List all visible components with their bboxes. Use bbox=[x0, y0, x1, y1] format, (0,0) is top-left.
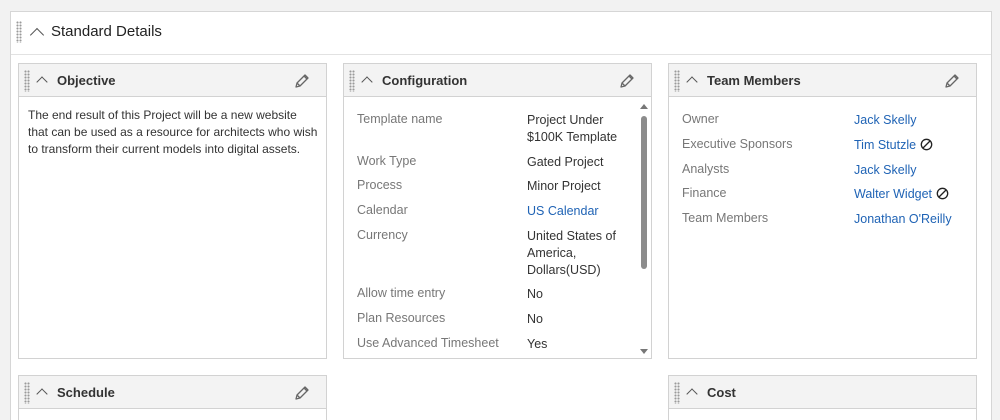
panel-header: Configuration bbox=[344, 64, 651, 97]
team-row: Executive Sponsors Tim Stutzle bbox=[669, 137, 976, 157]
team-member-link[interactable]: Tim Stutzle bbox=[854, 137, 984, 154]
section-header: Standard Details bbox=[11, 12, 991, 55]
chevron-up-icon[interactable] bbox=[29, 27, 45, 43]
config-label: Process bbox=[357, 178, 403, 192]
panel-header: Cost bbox=[669, 376, 976, 409]
config-label: Currency bbox=[357, 228, 408, 242]
team-role-label: Owner bbox=[682, 112, 719, 126]
panel-title: Cost bbox=[707, 385, 736, 400]
config-row: Use Advanced Timesheet Yes bbox=[344, 336, 651, 356]
pencil-icon[interactable] bbox=[942, 71, 962, 91]
cost-panel: Cost bbox=[668, 375, 977, 420]
team-role-label: Analysts bbox=[682, 162, 730, 176]
team-member-link[interactable]: Jonathan O'Reilly bbox=[854, 211, 984, 228]
pencil-icon[interactable] bbox=[617, 71, 637, 91]
config-value: United States of America, Dollars(USD) bbox=[527, 229, 616, 277]
team-row: Analysts Jack Skelly bbox=[669, 162, 976, 182]
panel-header: Schedule bbox=[19, 376, 326, 409]
schedule-panel: Schedule bbox=[18, 375, 327, 420]
drag-handle-icon[interactable] bbox=[16, 21, 22, 43]
config-value: Yes bbox=[527, 337, 548, 351]
team-member-link[interactable]: Walter Widget bbox=[854, 186, 984, 203]
configuration-body: Template name Project Under $100K Templa… bbox=[344, 98, 651, 358]
drag-handle-icon[interactable] bbox=[674, 382, 680, 404]
calendar-link[interactable]: US Calendar bbox=[527, 203, 635, 220]
config-row: Template name Project Under $100K Templa… bbox=[344, 112, 651, 144]
panel-title: Schedule bbox=[57, 385, 115, 400]
panel-title: Team Members bbox=[707, 73, 801, 88]
config-label: Work Type bbox=[357, 154, 417, 168]
drag-handle-icon[interactable] bbox=[674, 70, 680, 92]
panel-header: Objective bbox=[19, 64, 326, 97]
team-member-link[interactable]: Jack Skelly bbox=[854, 162, 984, 179]
pencil-icon[interactable] bbox=[292, 383, 312, 403]
objective-text: The end result of this Project will be a… bbox=[28, 108, 318, 156]
team-row: Finance Walter Widget bbox=[669, 186, 976, 206]
team-role-label: Executive Sponsors bbox=[682, 137, 793, 151]
objective-panel: Objective The end result of this Project… bbox=[18, 63, 327, 359]
chevron-up-icon[interactable] bbox=[361, 76, 373, 88]
drag-handle-icon[interactable] bbox=[24, 70, 30, 92]
config-row: Calendar US Calendar bbox=[344, 203, 651, 223]
chevron-up-icon[interactable] bbox=[686, 76, 698, 88]
scroll-down-arrow-icon[interactable] bbox=[640, 349, 648, 354]
config-row: Currency United States of America, Dolla… bbox=[344, 228, 651, 277]
config-row: Process Minor Project bbox=[344, 178, 651, 198]
team-role-label: Team Members bbox=[682, 211, 769, 225]
config-label: Plan Resources bbox=[357, 311, 446, 325]
team-row: Team Members Jonathan O'Reilly bbox=[669, 211, 976, 231]
scroll-up-arrow-icon[interactable] bbox=[640, 104, 648, 109]
panel-header: Team Members bbox=[669, 64, 976, 97]
scrollbar-thumb[interactable] bbox=[641, 116, 647, 269]
pencil-icon[interactable] bbox=[292, 71, 312, 91]
no-entry-icon bbox=[936, 187, 949, 200]
config-label: Use Advanced Timesheet bbox=[357, 336, 499, 350]
config-label: Calendar bbox=[357, 203, 408, 217]
section-title: Standard Details bbox=[51, 23, 162, 40]
panel-title: Objective bbox=[57, 73, 116, 88]
config-value: Minor Project bbox=[527, 179, 601, 193]
config-label: Template name bbox=[357, 112, 443, 126]
team-members-panel: Team Members Owner Jack Skelly Executive… bbox=[668, 63, 977, 359]
config-value: No bbox=[527, 312, 543, 326]
drag-handle-icon[interactable] bbox=[349, 70, 355, 92]
config-row: Plan Resources No bbox=[344, 311, 651, 331]
scrollbar[interactable] bbox=[639, 102, 649, 354]
team-role-label: Finance bbox=[682, 186, 727, 200]
team-row: Owner Jack Skelly bbox=[669, 112, 976, 132]
config-value: Gated Project bbox=[527, 155, 604, 169]
panel-title: Configuration bbox=[382, 73, 468, 88]
chevron-up-icon[interactable] bbox=[36, 76, 48, 88]
configuration-panel: Configuration Template name Project Unde… bbox=[343, 63, 652, 359]
drag-handle-icon[interactable] bbox=[24, 382, 30, 404]
chevron-up-icon[interactable] bbox=[36, 388, 48, 400]
config-value: No bbox=[527, 287, 543, 301]
chevron-up-icon[interactable] bbox=[686, 388, 698, 400]
no-entry-icon bbox=[920, 138, 933, 151]
config-row: Work Type Gated Project bbox=[344, 154, 651, 174]
config-value: Project Under $100K Template bbox=[527, 113, 618, 144]
config-label: Allow time entry bbox=[357, 286, 446, 300]
team-member-link[interactable]: Jack Skelly bbox=[854, 112, 984, 129]
config-row: Allow time entry No bbox=[344, 286, 651, 306]
